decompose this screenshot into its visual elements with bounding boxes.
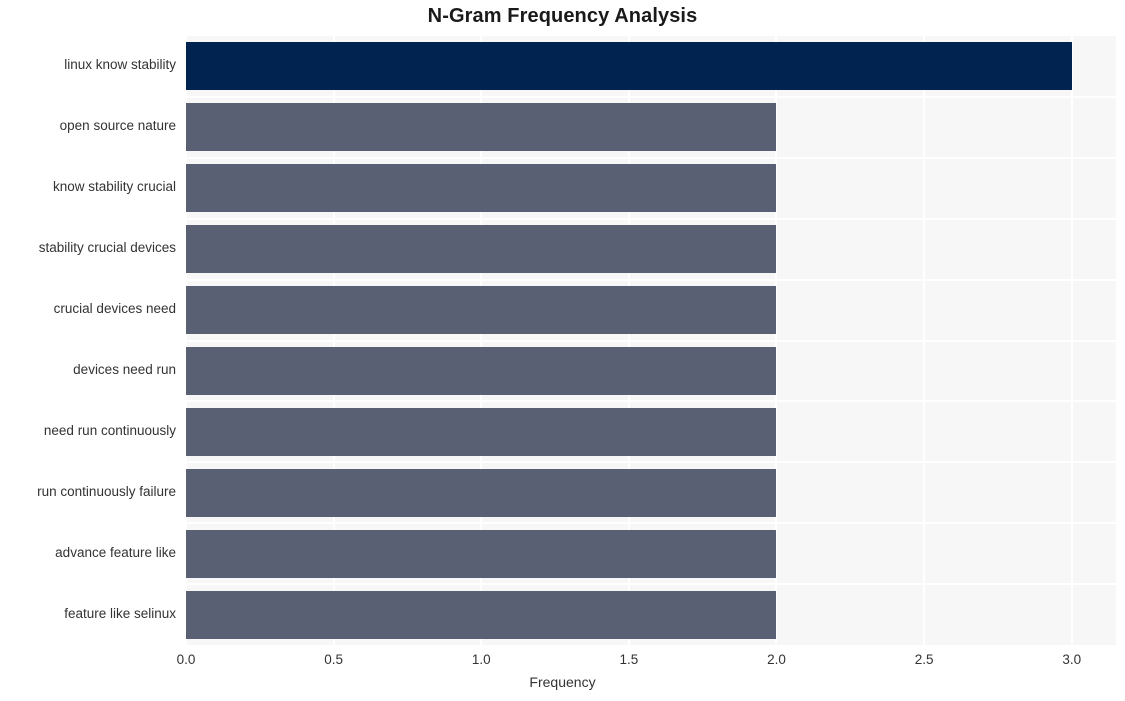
bar[interactable] [186, 103, 777, 152]
gridline-horizontal [186, 400, 1116, 403]
y-axis-tick-label: feature like selinux [64, 605, 176, 621]
y-axis-tick-label: crucial devices need [53, 301, 176, 317]
plot-area [186, 36, 1116, 645]
x-axis-title: Frequency [0, 674, 1125, 690]
y-axis-tick-label: stability crucial devices [38, 240, 176, 256]
gridline-horizontal [186, 95, 1116, 98]
x-axis-tick-label: 2.5 [914, 652, 934, 667]
bar[interactable] [186, 590, 777, 639]
y-axis-tick-label: linux know stability [64, 57, 176, 73]
gridline-horizontal [186, 156, 1116, 159]
bar[interactable] [186, 468, 777, 517]
y-axis-tick-label: advance feature like [55, 544, 176, 560]
x-axis-tick-label: 2.0 [767, 652, 786, 667]
x-axis-tick-label: 0.5 [324, 652, 343, 667]
gridline-horizontal [186, 461, 1116, 464]
y-axis-tick-label: need run continuously [43, 422, 176, 438]
bar[interactable] [186, 346, 777, 395]
y-axis-tick-label: run continuously failure [37, 483, 176, 499]
y-axis-tick-label: know stability crucial [52, 179, 176, 195]
bar[interactable] [186, 407, 777, 456]
bar[interactable] [186, 529, 777, 578]
y-axis-tick-label: open source nature [59, 118, 176, 134]
chart-title: N-Gram Frequency Analysis [427, 5, 698, 27]
gridline-horizontal [186, 522, 1116, 525]
x-axis-tick-label: 0.0 [176, 652, 196, 667]
bar[interactable] [186, 225, 777, 274]
x-axis-title-text: Frequency [529, 674, 596, 690]
chart-figure: N-Gram Frequency Analysis linux know sta… [0, 0, 1125, 701]
x-axis-tick-label: 1.5 [619, 652, 639, 667]
x-axis-tick-label: 1.0 [471, 652, 491, 667]
x-axis-tick-label: 3.0 [1062, 652, 1082, 667]
bar[interactable] [186, 42, 1072, 91]
gridline-horizontal [186, 217, 1116, 220]
gridline-horizontal [186, 278, 1116, 281]
bar[interactable] [186, 164, 777, 213]
gridline-horizontal [186, 583, 1116, 586]
gridline-horizontal [186, 339, 1116, 342]
y-axis-tick-label: devices need run [73, 361, 176, 377]
bar[interactable] [186, 286, 777, 335]
